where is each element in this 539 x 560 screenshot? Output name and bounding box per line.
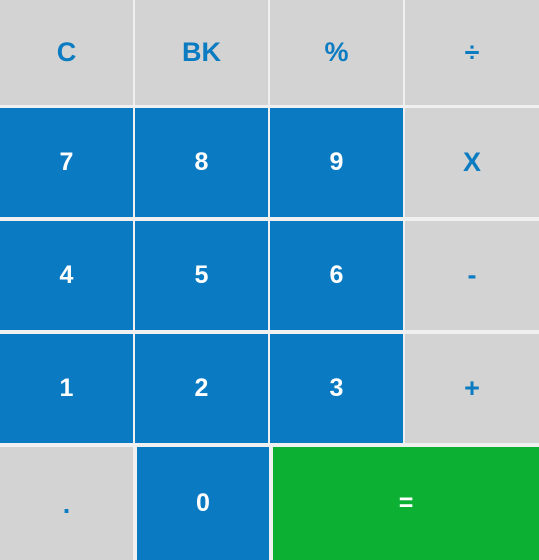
multiply-button[interactable]: X bbox=[405, 108, 539, 217]
digit-5-button[interactable]: 5 bbox=[135, 221, 268, 330]
digit-9-button[interactable]: 9 bbox=[270, 108, 403, 217]
digit-1-button[interactable]: 1 bbox=[0, 334, 133, 443]
digit-7-button[interactable]: 7 bbox=[0, 108, 133, 217]
clear-button[interactable]: C bbox=[0, 0, 133, 105]
divide-button[interactable]: ÷ bbox=[405, 0, 539, 105]
digit-8-button[interactable]: 8 bbox=[135, 108, 268, 217]
percent-button[interactable]: % bbox=[270, 0, 403, 105]
backspace-button[interactable]: BK bbox=[135, 0, 268, 105]
subtract-button[interactable]: - bbox=[405, 221, 539, 330]
digit-3-button[interactable]: 3 bbox=[270, 334, 403, 443]
digit-0-button[interactable]: 0 bbox=[137, 447, 269, 560]
digit-6-button[interactable]: 6 bbox=[270, 221, 403, 330]
digit-2-button[interactable]: 2 bbox=[135, 334, 268, 443]
add-button[interactable]: + bbox=[405, 334, 539, 443]
decimal-button[interactable]: . bbox=[0, 447, 133, 560]
calculator-keypad: C BK % ÷ 7 8 9 X 4 5 6 - 1 2 3 + . 0 = bbox=[0, 0, 539, 560]
equals-button[interactable]: = bbox=[273, 447, 539, 560]
digit-4-button[interactable]: 4 bbox=[0, 221, 133, 330]
